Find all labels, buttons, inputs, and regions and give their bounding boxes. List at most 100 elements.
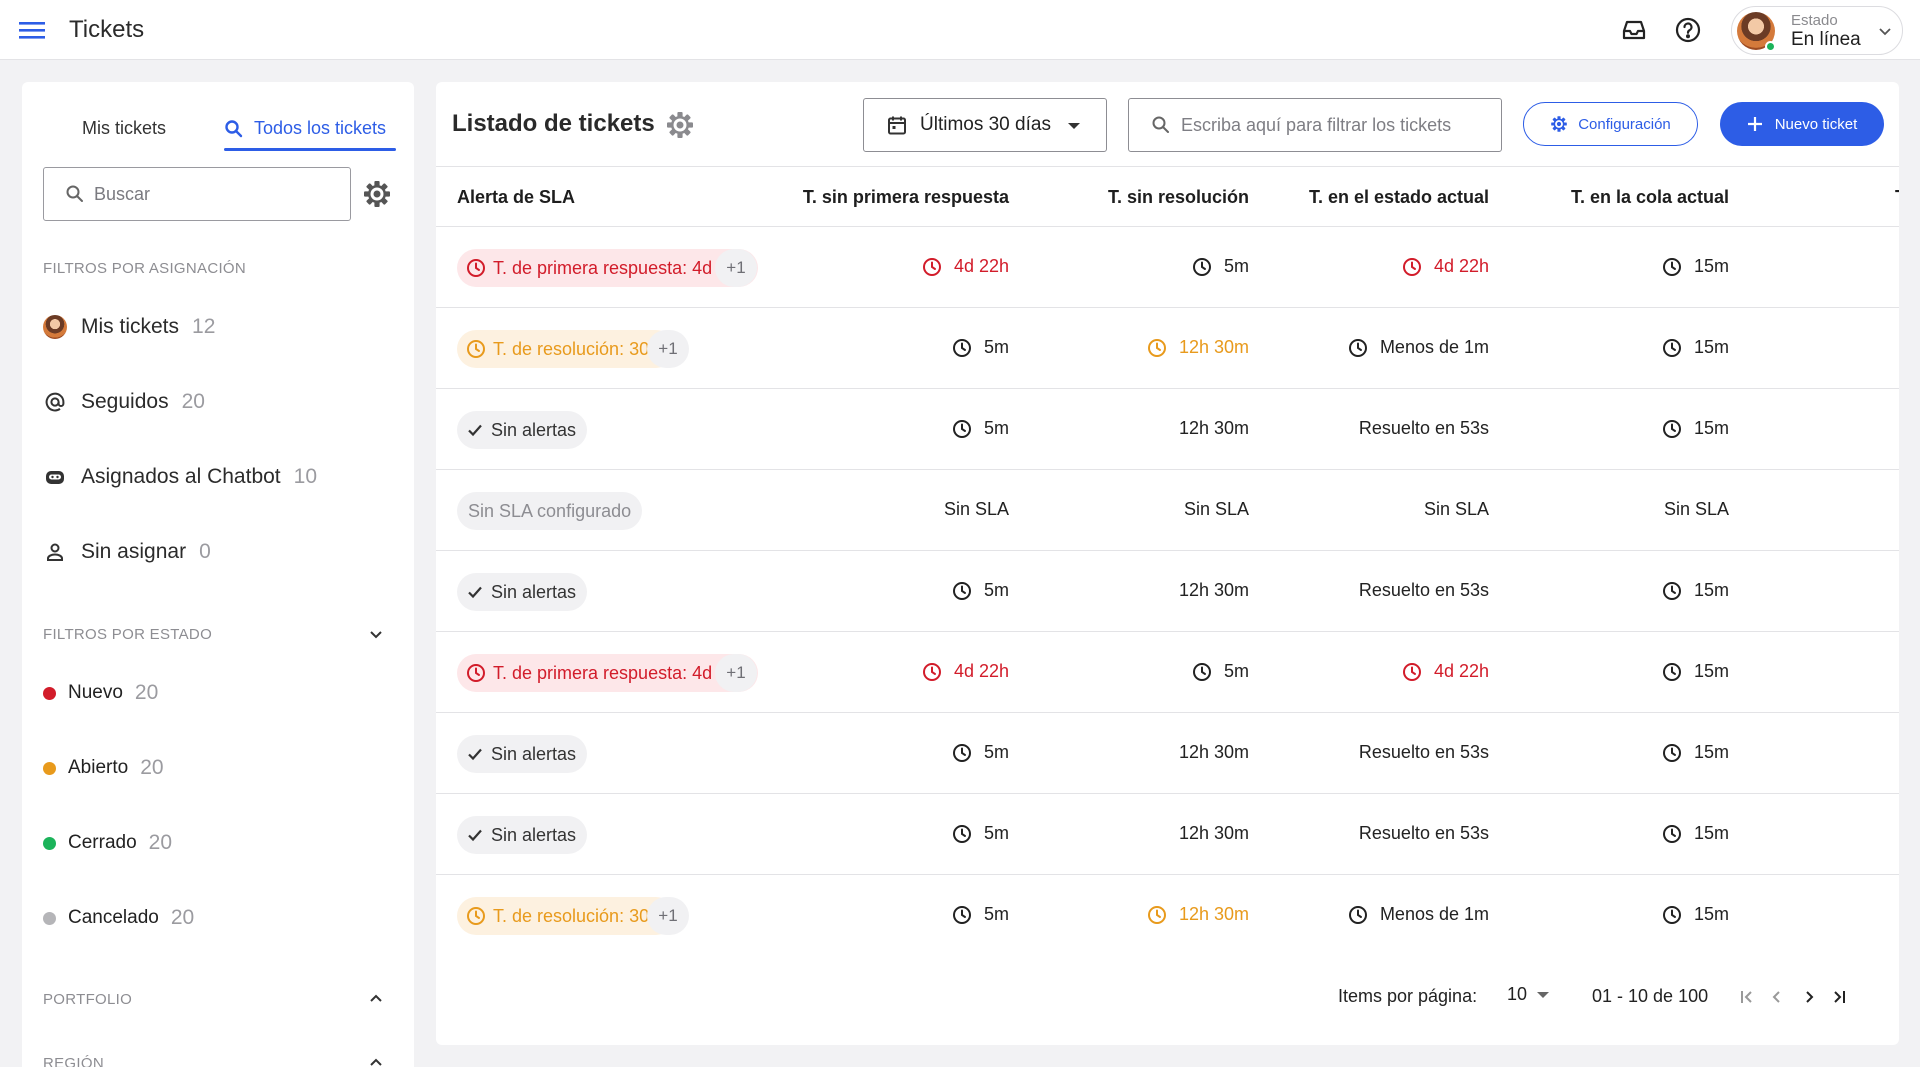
region-label: REGIÓN (43, 1055, 104, 1067)
filter-count: 20 (181, 390, 205, 413)
sidebar-search[interactable] (43, 167, 351, 221)
time-value: 4d 22h (953, 256, 1009, 276)
more-alerts-badge[interactable]: +1 (647, 897, 689, 935)
configuration-button[interactable]: Configuración (1523, 102, 1698, 146)
filter-label: Sin asignar (81, 540, 187, 563)
clock-icon (1348, 338, 1368, 358)
search-input[interactable] (94, 183, 334, 205)
calendar-icon (886, 114, 908, 136)
chevron-down-icon[interactable] (367, 625, 385, 643)
at-icon (43, 390, 67, 414)
time-value: Sin SLA (943, 499, 1009, 519)
tab-mis-tickets[interactable]: Mis tickets (82, 118, 166, 139)
inbox-icon[interactable] (1619, 15, 1649, 45)
table-row[interactable]: T. de resolución: 30m +1 5m 12h 30m Menos de… (436, 308, 1899, 389)
more-alerts-badge[interactable]: +1 (715, 249, 757, 287)
table-row[interactable]: T. de primera respuesta: 4d 22h +1 4d 22h 5… (436, 632, 1899, 713)
avatar (43, 315, 67, 339)
state-label: Cancelado (68, 907, 159, 928)
items-per-page-label: Items por página: (1338, 986, 1478, 1006)
column-header[interactable]: T (1895, 187, 1899, 208)
time-cell: 15m (1662, 337, 1729, 358)
clock-icon (1662, 662, 1682, 682)
time-value: Resuelto en 53s (1358, 823, 1489, 843)
previous-page-icon[interactable] (1767, 987, 1787, 1007)
column-header[interactable]: T. sin resolución (1108, 187, 1249, 208)
caret-down-icon (1068, 123, 1080, 129)
table-row[interactable]: Sin SLA configurado Sin SLA Sin SLA Sin SLA… (436, 470, 1899, 551)
next-page-icon[interactable] (1799, 987, 1819, 1007)
state-filter-cerrado[interactable]: Cerrado 20 (43, 830, 172, 856)
time-cell: 15m (1662, 904, 1729, 925)
table-row[interactable]: Sin alertas 5m 12h 30m Resuelto en 53s 15m (436, 794, 1899, 875)
sla-alert-text: T. de primera respuesta: 4d 22h (493, 257, 748, 278)
filter-asignados-chatbot[interactable]: Asignados al Chatbot 10 (43, 462, 317, 492)
state-filter-nuevo[interactable]: Nuevo 20 (43, 680, 158, 706)
column-header[interactable]: T. en la cola actual (1571, 187, 1729, 208)
sla-alert-pill[interactable]: T. de primera respuesta: 4d 22h (457, 249, 759, 287)
clock-icon (1662, 338, 1682, 358)
time-value: 15m (1693, 742, 1729, 762)
time-value: Menos de 1m (1379, 337, 1489, 357)
clock-icon (1662, 824, 1682, 844)
status-dot (43, 836, 56, 850)
column-header[interactable]: Alerta de SLA (457, 187, 575, 208)
more-alerts-badge[interactable]: +1 (715, 654, 757, 692)
ticket-filter[interactable] (1128, 98, 1502, 152)
time-cell: 12h 30m (1179, 742, 1249, 763)
check-icon (466, 826, 484, 844)
table-row[interactable]: Sin alertas 5m 12h 30m Resuelto en 53s 15m (436, 551, 1899, 632)
check-icon (466, 745, 484, 763)
filter-sin-asignar[interactable]: Sin asignar 0 (43, 537, 211, 567)
clock-icon (1662, 581, 1682, 601)
sla-alert-pill[interactable]: T. de primera respuesta: 4d 22h (457, 654, 759, 692)
help-icon[interactable] (1673, 15, 1703, 45)
sla-alert-text: Sin alertas (491, 824, 577, 845)
status-dot (43, 911, 56, 925)
sla-alert-pill[interactable]: T. de resolución: 30m (457, 897, 676, 935)
time-value: 12h 30m (1178, 823, 1249, 843)
tickets-panel: Listado de tickets Últimos 30 días Confi… (436, 82, 1899, 1045)
tab-todos-los-tickets[interactable]: Todos los tickets (224, 118, 386, 139)
status-selector[interactable]: Estado En línea (1731, 6, 1903, 55)
search-icon (65, 184, 85, 204)
chevron-up-icon[interactable] (367, 990, 385, 1008)
filter-mis-tickets[interactable]: Mis tickets 12 (43, 312, 215, 342)
hamburger-menu-icon[interactable] (18, 18, 46, 42)
state-label: Cerrado (68, 832, 137, 853)
table-row[interactable]: Sin alertas 5m 12h 30m Resuelto en 53s 15m (436, 713, 1899, 794)
date-range-value: Últimos 30 días (920, 114, 1051, 135)
active-tab-indicator (224, 148, 396, 151)
filter-input[interactable] (1181, 114, 1491, 136)
gear-icon[interactable] (362, 179, 392, 209)
time-value: 15m (1693, 904, 1729, 924)
column-header[interactable]: T. en el estado actual (1309, 187, 1489, 208)
state-filter-cancelado[interactable]: Cancelado 20 (43, 905, 194, 931)
state-filter-abierto[interactable]: Abierto 20 (43, 755, 164, 781)
time-value: Resuelto en 53s (1358, 418, 1489, 438)
date-range-select[interactable]: Últimos 30 días (863, 98, 1107, 152)
time-value: 5m (1223, 256, 1249, 276)
clock-warning-icon (466, 906, 486, 926)
page-title: Listado de tickets (452, 110, 655, 137)
filter-seguidos[interactable]: Seguidos 20 (43, 387, 205, 417)
tab-label: Todos los tickets (254, 118, 387, 138)
table-row[interactable]: T. de primera respuesta: 4d 22h +1 4d 22h 5… (436, 227, 1899, 308)
first-page-icon[interactable] (1737, 987, 1757, 1007)
more-alerts-badge[interactable]: +1 (647, 330, 689, 368)
time-value: 5m (983, 904, 1009, 924)
chevron-up-icon[interactable] (367, 1054, 385, 1067)
sla-alert-pill[interactable]: T. de resolución: 30m (457, 330, 676, 368)
check-icon (466, 583, 484, 601)
status-value: En línea (1791, 29, 1861, 50)
table-row[interactable]: Sin alertas 5m 12h 30m Resuelto en 53s 15m (436, 389, 1899, 470)
column-header[interactable]: T. sin primera respuesta (803, 187, 1009, 208)
gear-icon[interactable] (665, 110, 695, 140)
page-size-select[interactable]: 10 (1507, 984, 1550, 1005)
new-ticket-button[interactable]: Nuevo ticket (1720, 102, 1884, 146)
time-cell: Sin SLA (944, 499, 1009, 520)
last-page-icon[interactable] (1829, 987, 1849, 1007)
time-value: 5m (983, 742, 1009, 762)
table-row[interactable]: T. de resolución: 30m +1 5m 12h 30m Menos de… (436, 875, 1899, 956)
clock-icon (1192, 662, 1212, 682)
